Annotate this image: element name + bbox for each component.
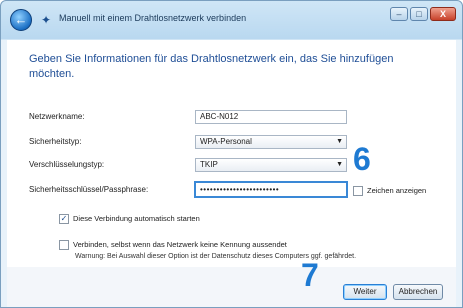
encryption-type-label: Verschlüsselungstyp: <box>29 160 105 169</box>
step-6-annotation: 6 <box>353 141 371 177</box>
close-button[interactable]: X <box>430 7 456 21</box>
step-7-annotation: 7 <box>301 257 319 293</box>
security-type-label: Sicherheitstyp: <box>29 137 82 146</box>
window-controls: – □ X <box>390 7 456 23</box>
show-characters-checkbox[interactable] <box>353 186 363 196</box>
auto-start-checkbox[interactable]: ✓ <box>59 214 69 224</box>
connect-hidden-label: Verbinden, selbst wenn das Netzwerk kein… <box>73 240 287 249</box>
security-key-input[interactable]: •••••••••••••••••••••••• <box>194 181 348 198</box>
wireless-network-icon: ✦ <box>40 13 52 27</box>
window-title: Manuell mit einem Drahtlosnetzwerk verbi… <box>59 13 247 23</box>
encryption-type-select[interactable]: TKIP ▼ <box>195 158 347 172</box>
dropdown-arrow-icon: ▼ <box>336 161 343 168</box>
page-heading: Geben Sie Informationen für das Drahtlos… <box>29 53 394 80</box>
title-bar: ← ✦ Manuell mit einem Drahtlosnetzwerk v… <box>1 1 462 39</box>
security-key-label: Sicherheitsschlüssel/Passphrase: <box>29 185 149 194</box>
connect-hidden-checkbox[interactable] <box>59 240 69 250</box>
dropdown-arrow-icon: ▼ <box>336 138 343 145</box>
security-type-value: WPA-Personal <box>200 137 252 146</box>
minimize-button[interactable]: – <box>390 7 408 21</box>
encryption-type-value: TKIP <box>200 160 218 169</box>
cancel-button[interactable]: Abbrechen <box>393 284 443 300</box>
network-name-input[interactable]: ABC-N012 <box>195 110 347 124</box>
button-bar <box>7 267 456 307</box>
show-characters-label: Zeichen anzeigen <box>367 186 427 195</box>
dialog-window: ← ✦ Manuell mit einem Drahtlosnetzwerk v… <box>0 0 463 308</box>
security-type-select[interactable]: WPA-Personal ▼ <box>195 135 347 149</box>
maximize-button[interactable]: □ <box>410 7 428 21</box>
next-button[interactable]: Weiter <box>343 284 387 300</box>
auto-start-label: Diese Verbindung automatisch starten <box>73 214 200 223</box>
dialog-content: Geben Sie Informationen für das Drahtlos… <box>7 40 456 307</box>
back-button[interactable]: ← <box>10 9 32 31</box>
network-name-label: Netzwerkname: <box>29 112 85 121</box>
